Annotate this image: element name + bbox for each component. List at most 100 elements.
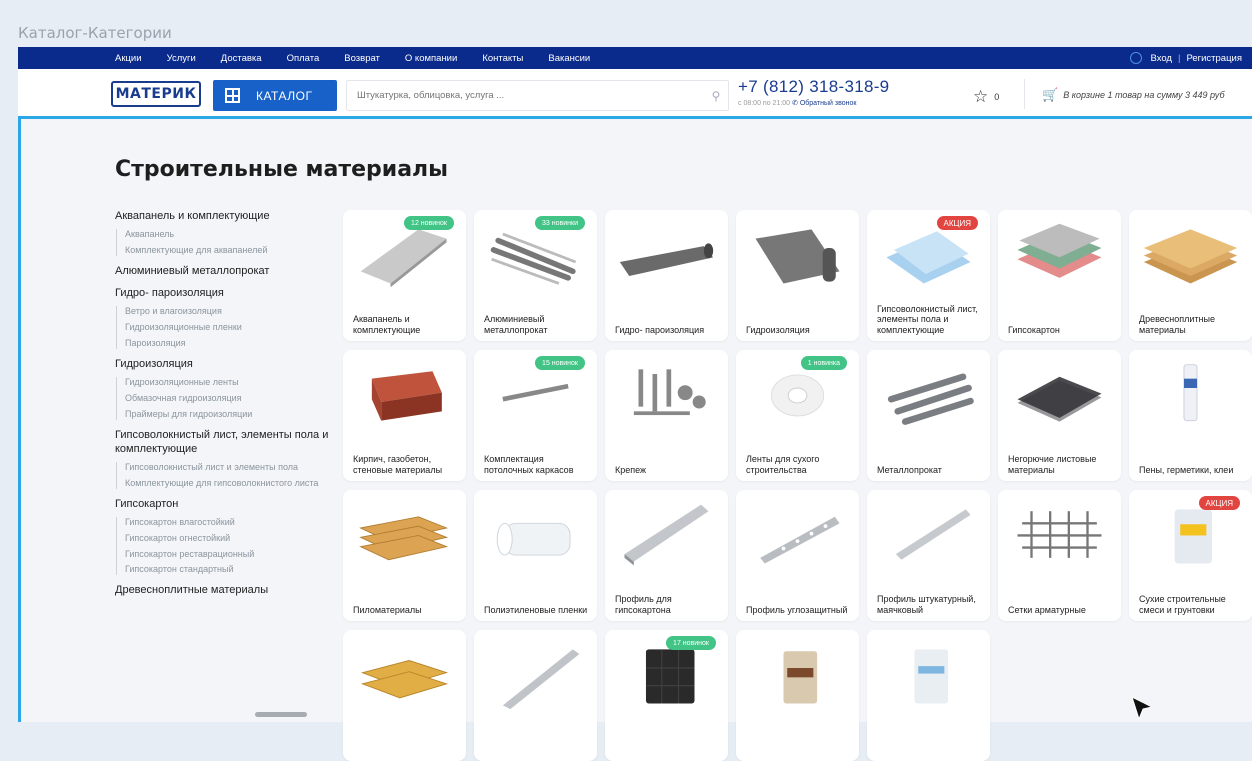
category-card[interactable]: Металлопрокат (867, 350, 990, 481)
sidebar-group: Гипсоволокнистый лист, элементы пола и к… (115, 428, 330, 489)
new-items-badge: 12 новинок (404, 216, 454, 230)
sidebar-group: Гидро- пароизоляция Ветро и влагоизоляция… (115, 286, 330, 349)
category-card[interactable]: 12 новинок Аквапанель и комплектующие (343, 210, 466, 341)
category-card-label: Алюминиевый металлопрокат (484, 314, 548, 336)
category-card[interactable]: Профиль углозащитный (736, 490, 859, 621)
sidebar-subcategory[interactable]: Гипсокартон стандартный (125, 564, 330, 575)
category-card[interactable]: Профиль для гипсокартона (605, 490, 728, 621)
category-card[interactable]: Негорючие листовые материалы (998, 350, 1121, 481)
mesh-icon (1017, 511, 1102, 558)
sidebar-category[interactable]: Древесноплитные материалы (115, 583, 330, 597)
category-card-label: Полиэтиленовые пленки (484, 605, 588, 616)
category-card[interactable] (474, 630, 597, 761)
register-link[interactable]: Регистрация (1186, 53, 1242, 64)
search-icon[interactable]: ⚲ (704, 89, 728, 103)
sidebar-category[interactable]: Гипсоволокнистый лист, элементы пола и к… (115, 428, 330, 457)
top-nav-links: Акции Услуги Доставка Оплата Возврат О компан… (115, 47, 615, 69)
category-card[interactable]: Древесноплитные материалы (1129, 210, 1252, 341)
category-card[interactable]: Сетки арматурные (998, 490, 1121, 621)
sidebar-subcategory[interactable]: Гидроизоляционные ленты (125, 377, 330, 388)
cement-bag-icon (783, 651, 818, 704)
sidebar-subcategory[interactable]: Гипсокартон реставрационный (125, 549, 330, 560)
top-nav-link[interactable]: Контакты (482, 53, 523, 64)
sidebar-subcategory[interactable]: Ветро и влагоизоляция (125, 306, 330, 317)
sidebar-category[interactable]: Алюминиевый металлопрокат (115, 264, 330, 278)
top-nav-link[interactable]: Вакансии (548, 53, 590, 64)
sidebar-subcategory[interactable]: Гидроизоляционные пленки (125, 322, 330, 333)
category-card[interactable]: АКЦИЯ Гипсоволокнистый лист, элементы пол… (867, 210, 990, 341)
category-card-label: Профиль углозащитный (746, 605, 848, 616)
top-nav-link[interactable]: Возврат (344, 53, 380, 64)
category-card[interactable]: Кирпич, газобетон, стеновые материалы (343, 350, 466, 481)
top-nav-link[interactable]: Доставка (221, 53, 262, 64)
category-card-label: Комплектация потолочных каркасов (484, 454, 574, 476)
category-card[interactable] (867, 630, 990, 761)
sidebar-subcategory-list: Аквапанель Комплектующие для аквапанелей (116, 229, 330, 256)
drywall-icon (1017, 223, 1102, 278)
sidebar-category[interactable]: Гидроизоляция (115, 357, 330, 371)
favorites-button[interactable]: ☆ 0 (973, 87, 999, 107)
acoustic-panel-icon (645, 649, 695, 704)
auth-separator: | (1177, 52, 1181, 64)
category-card[interactable]: 33 новинки Алюминиевый металлопрокат (474, 210, 597, 341)
category-card-label: Пены, герметики, клеи (1139, 465, 1234, 476)
rebar-icon (887, 373, 974, 425)
sidebar-subcategory[interactable]: Аквапанель (125, 229, 330, 240)
new-items-badge: 17 новинок (666, 636, 716, 650)
category-card[interactable]: Гидро- пароизоляция (605, 210, 728, 341)
category-card-label: Профиль для гипсокартона (615, 594, 672, 616)
sidebar-category[interactable]: Гипсокартон (115, 497, 330, 511)
hanger-icon (502, 383, 569, 402)
category-card-label: Древесноплитные материалы (1139, 314, 1215, 336)
category-card[interactable]: Профиль штукатурный, маячковый (867, 490, 990, 621)
sidebar-group: Древесноплитные материалы (115, 583, 330, 597)
cart-button[interactable]: 🛒 В корзине 1 товар на сумму 3 449 руб (1042, 87, 1225, 103)
logo[interactable]: МАТЕРИК (111, 81, 201, 107)
category-card[interactable] (343, 630, 466, 761)
category-card-label: Аквапанель и комплектующие (353, 314, 421, 336)
category-card[interactable]: Пены, герметики, клеи (1129, 350, 1252, 481)
category-card[interactable] (736, 630, 859, 761)
sidebar-category[interactable]: Гидро- пароизоляция (115, 286, 330, 300)
search-input[interactable] (347, 81, 704, 110)
category-card-label: Крепеж (615, 465, 647, 476)
top-nav-link[interactable]: О компании (405, 53, 457, 64)
sidebar-subcategory[interactable]: Праймеры для гидроизоляции (125, 409, 330, 420)
sidebar-subcategory[interactable]: Пароизоляция (125, 338, 330, 349)
callback-link[interactable]: Обратный звонок (800, 100, 857, 107)
login-link[interactable]: Вход (1150, 53, 1172, 64)
sidebar-subcategory[interactable]: Обмазочная гидроизоляция (125, 393, 330, 404)
sidebar-group: Гипсокартон Гипсокартон влагостойкий Гипсо… (115, 497, 330, 576)
top-nav-link[interactable]: Акции (115, 53, 142, 64)
sidebar-subcategory-list: Ветро и влагоизоляция Гидроизоляционные п… (116, 306, 330, 349)
search-box: ⚲ (346, 80, 729, 111)
category-card[interactable]: Гипсокартон (998, 210, 1121, 341)
category-card[interactable]: 1 новинка Ленты для сухого строительства (736, 350, 859, 481)
beacon-profile-icon (895, 509, 971, 560)
sidebar-subcategory[interactable]: Гипсокартон огнестойкий (125, 533, 330, 544)
sidebar-subcategory[interactable]: Гипсокартон влагостойкий (125, 517, 330, 528)
category-card[interactable]: Пиломатериалы (343, 490, 466, 621)
sidebar-subcategory[interactable]: Комплектующие для аквапанелей (125, 245, 330, 256)
category-card[interactable]: Полиэтиленовые пленки (474, 490, 597, 621)
top-nav-link[interactable]: Оплата (287, 53, 320, 64)
sale-badge: АКЦИЯ (1198, 496, 1240, 510)
new-items-badge: 33 новинки (535, 216, 585, 230)
corner-profile-icon (760, 516, 840, 564)
top-nav-link[interactable]: Услуги (167, 53, 196, 64)
sidebar-category[interactable]: Аквапанель и комплектующие (115, 209, 330, 223)
sidebar-subcategory[interactable]: Гипсоволокнистый лист и элементы пола (125, 462, 330, 473)
sidebar-subcategory[interactable]: Комплектующие для гипсоволокнистого лист… (125, 478, 330, 489)
category-card[interactable]: Гидроизоляция (736, 210, 859, 341)
film-roll-icon (496, 522, 571, 556)
category-card[interactable]: 17 новинок (605, 630, 728, 761)
category-card[interactable]: АКЦИЯ Сухие строительные смеси и грунтовк… (1129, 490, 1252, 621)
catalog-button[interactable]: КАТАЛОГ (213, 80, 337, 111)
phone-number[interactable]: +7 (812) 318-318-9 (738, 77, 889, 97)
category-card[interactable]: 15 новинок Комплектация потолочных каркас… (474, 350, 597, 481)
fasteners-icon (633, 369, 706, 416)
category-card[interactable]: Крепеж (605, 350, 728, 481)
dark-sheets-icon (1017, 376, 1102, 422)
scrollbar-thumb[interactable] (255, 712, 307, 717)
new-items-badge: 1 новинка (800, 356, 847, 370)
